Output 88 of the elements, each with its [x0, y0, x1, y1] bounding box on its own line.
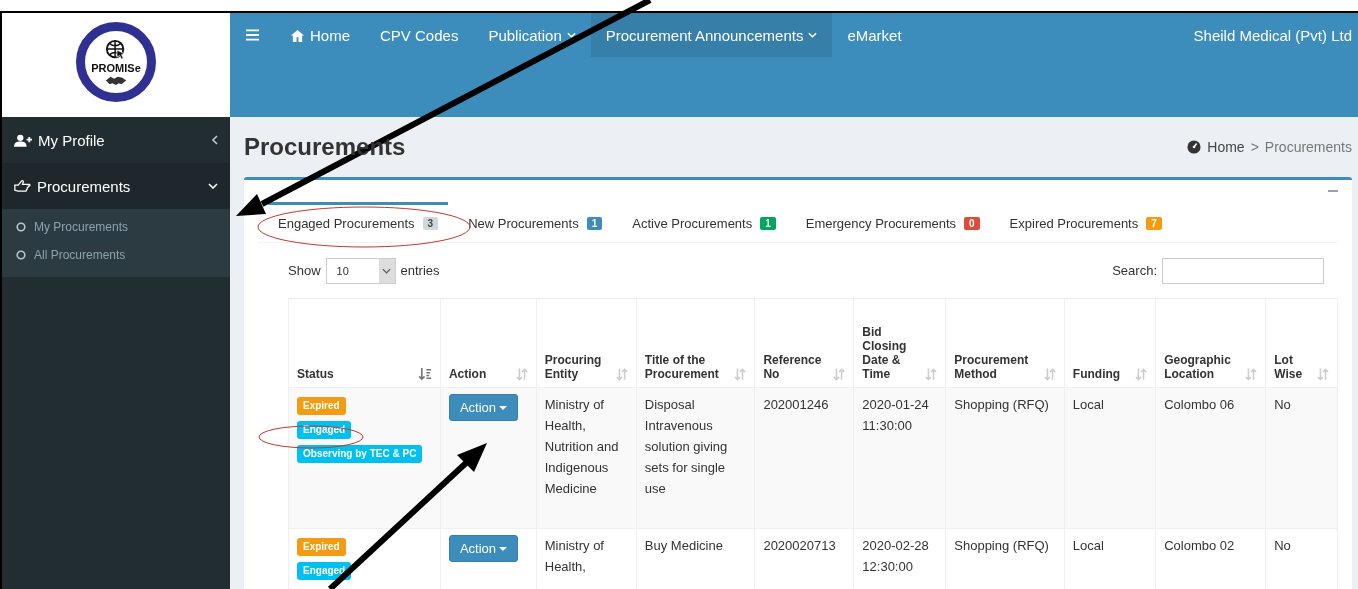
table-cell: Ministry of Health,	[544, 538, 604, 574]
column-header[interactable]: Geographic Location	[1155, 298, 1266, 388]
column-header[interactable]: Action	[440, 298, 537, 388]
column-header[interactable]: Title of the Procurement	[636, 298, 755, 388]
table-cell: 2020-01-24 11:30:00	[862, 397, 929, 433]
table-cell: Colombo 02	[1164, 538, 1235, 553]
sort-icon	[615, 368, 628, 381]
entries-label: entries	[400, 263, 440, 278]
table-cell: No	[1274, 397, 1291, 412]
status-label: Expired	[297, 397, 346, 415]
nav-link[interactable]: Publication	[473, 13, 591, 57]
count-badge: 0	[964, 217, 980, 230]
status-label: Engaged	[297, 421, 352, 439]
dashboard-icon	[1187, 140, 1202, 154]
circle-icon	[16, 222, 26, 232]
table-cell: 202001246	[763, 397, 829, 412]
search-label: Search:	[1112, 263, 1157, 278]
sort-icon	[1317, 368, 1329, 381]
chevron-down-icon	[208, 183, 218, 189]
breadcrumb-item[interactable]: Home	[1207, 139, 1245, 155]
table-cell: Disposal Intravenous solution giving sets for single use	[644, 397, 728, 496]
sort-ascending-icon	[418, 368, 432, 381]
globe-cursor-icon	[105, 38, 127, 61]
status-label: Engaged	[297, 562, 352, 580]
nav-link[interactable]: eMarket	[832, 13, 917, 57]
sort-icon	[1245, 368, 1258, 381]
sort-icon	[515, 368, 528, 381]
sidebar-item[interactable]: Procurements	[2, 163, 230, 209]
column-header[interactable]: Lot Wise	[1265, 298, 1338, 388]
count-badge: 1	[586, 217, 603, 230]
logo-text: PROMISe	[91, 61, 141, 74]
sort-icon	[925, 368, 938, 381]
column-header[interactable]: Procuring Entity	[536, 298, 637, 388]
column-header[interactable]: Status	[288, 298, 441, 388]
column-header[interactable]: Reference No	[754, 298, 854, 388]
caret-icon	[499, 546, 508, 551]
column-header[interactable]: Bid Closing Date & Time	[853, 298, 946, 388]
breadcrumb-separator: >	[1250, 139, 1259, 155]
procurement-tab[interactable]: Active Procurements 1	[622, 202, 786, 242]
column-header[interactable]: Funding	[1064, 298, 1156, 388]
caret-icon	[499, 405, 508, 410]
circle-icon	[16, 250, 26, 260]
action-dropdown-button[interactable]: Action	[448, 394, 519, 421]
user-add-icon	[14, 133, 32, 147]
sort-icon	[1043, 368, 1056, 381]
menu-icon[interactable]	[246, 29, 259, 41]
table-cell: Ministry of Health, Nutrition and Indigenous Medicine	[544, 397, 619, 496]
count-badge: 7	[1146, 217, 1162, 230]
count-badge: 1	[760, 217, 776, 230]
table-cell: Buy Medicine	[644, 538, 723, 553]
procurement-tab[interactable]: New Procurements 1	[458, 202, 613, 242]
table-cell: 2020020713	[763, 538, 836, 553]
chevron-down-icon	[808, 32, 818, 38]
table-cell: Colombo 06	[1164, 397, 1235, 412]
table-cell: No	[1274, 538, 1291, 553]
table-cell: Local	[1072, 397, 1104, 412]
chevron-down-icon	[382, 267, 392, 274]
table-cell: Local	[1072, 538, 1104, 553]
breadcrumb-item: Procurements	[1264, 139, 1352, 155]
search-field[interactable]	[1162, 257, 1324, 284]
chevron-down-icon	[566, 32, 576, 38]
procurement-tab[interactable]: Expired Procurements 7	[999, 202, 1172, 242]
nav-link[interactable]: CPV Codes	[365, 13, 474, 57]
procurement-tab[interactable]: Emergency Procurements 0	[795, 202, 990, 242]
nav-link[interactable]: Home	[275, 13, 365, 57]
count-badge: 3	[422, 217, 439, 230]
action-dropdown-button[interactable]: Action	[448, 535, 519, 562]
sort-icon	[833, 368, 846, 381]
sidebar-subitem[interactable]: All Procurements	[2, 241, 230, 269]
pointing-hand-icon	[14, 179, 31, 193]
procurement-tab[interactable]: Engaged Procurements 3	[268, 202, 449, 242]
table-cell: Shopping (RFQ)	[954, 538, 1049, 553]
home-icon	[290, 28, 305, 42]
collapse-minus-icon[interactable]	[1328, 190, 1338, 192]
sidebar-item[interactable]: My Profile	[2, 117, 230, 163]
sort-icon	[734, 368, 747, 381]
sort-icon	[1135, 368, 1148, 381]
show-label: Show	[288, 263, 321, 278]
nav-link[interactable]: Procurement Announcements	[590, 13, 833, 57]
table-cell: 2020-02-28 12:30:00	[862, 538, 929, 574]
chevron-left-icon	[212, 135, 218, 145]
sidebar-subitem[interactable]: My Procurements	[2, 213, 230, 241]
table-cell: Shopping (RFQ)	[954, 397, 1049, 412]
status-label: Expired	[297, 538, 346, 556]
column-header[interactable]: Procurement Method	[945, 298, 1065, 388]
status-label: Observing by TEC & PC	[297, 445, 423, 463]
entries-select[interactable]: 10	[325, 257, 396, 284]
user-name[interactable]: Sheild Medical (Pvt) Ltd	[1193, 26, 1358, 44]
